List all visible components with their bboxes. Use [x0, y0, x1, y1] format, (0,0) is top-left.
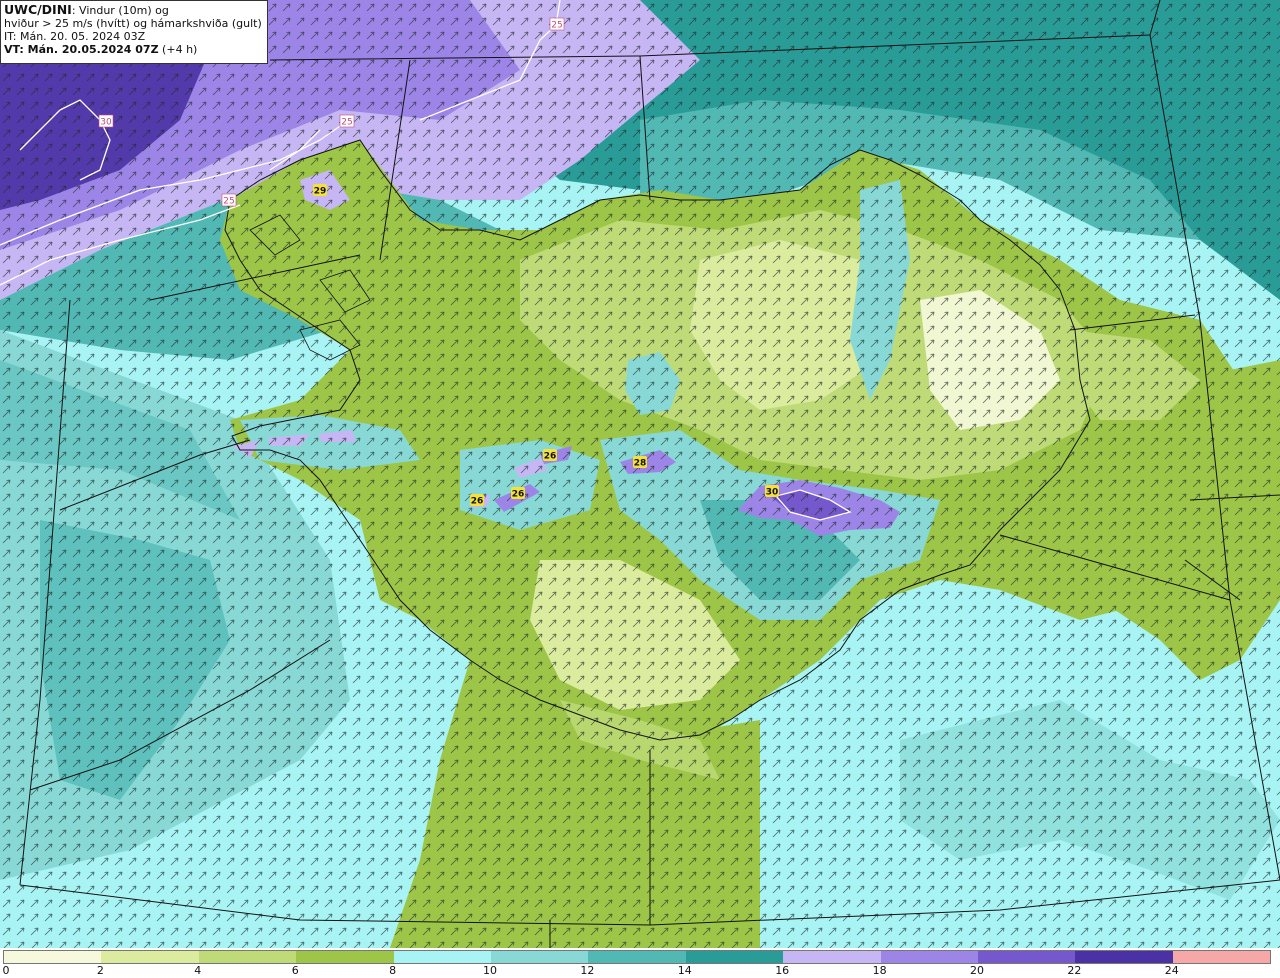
legend-swatch [4, 951, 102, 963]
max-gust-marker-2: 26 [543, 449, 557, 462]
legend-tick-label: 8 [389, 964, 397, 977]
legend-tick-label: 18 [872, 964, 887, 977]
legend-tick-label: 16 [775, 964, 790, 977]
legend-tick-label: 20 [970, 964, 984, 977]
legend-tick-label: 0 [2, 964, 10, 977]
legend-tick-label: 2 [96, 964, 104, 977]
max-gust-marker-5: 28 [633, 456, 647, 469]
forecast-offset: (+4 h) [158, 43, 198, 56]
legend-swatch [685, 951, 784, 963]
max-gust-value: 30 [766, 488, 779, 498]
legend-tick-label: 14 [677, 964, 692, 977]
max-gust-value: 26 [544, 452, 557, 462]
legend-tick-label: 4 [194, 964, 202, 977]
color-legend: 0 2 4 6 8 10 12 14 16 18 20 22 24 [0, 948, 1280, 978]
gust-contour-label-text: 25 [551, 21, 562, 31]
max-gust-value: 29 [314, 187, 327, 197]
wind-map: 25 25 25 30 29 26 26 26 28 30 [0, 0, 1280, 948]
max-gust-marker-6: 30 [765, 485, 779, 498]
legend-tick-label: 10 [483, 964, 497, 977]
map-subtitle: hviður > 25 m/s (hvítt) og hámarkshviða … [4, 17, 262, 30]
legend-swatch [783, 951, 881, 963]
legend-swatch [101, 951, 199, 963]
max-gust-marker-3: 26 [511, 487, 525, 500]
map-info-box: UWC/DINI: Vindur (10m) og hviður > 25 m/… [0, 0, 268, 64]
wind-arrows [0, 0, 1280, 948]
gust-contour-label-4: 30 [98, 114, 114, 128]
initial-time: IT: Mán. 20. 05. 2024 03Z [4, 30, 146, 43]
legend-swatches [3, 950, 1272, 964]
legend-swatch [296, 951, 394, 963]
gust-contour-label-2: 25 [339, 114, 355, 128]
gust-contour-label-text: 25 [223, 197, 234, 207]
legend-swatch [1075, 951, 1173, 963]
model-name: UWC/DINI [4, 2, 72, 17]
gust-contour-label-1: 25 [549, 17, 565, 31]
legend-tick-label: 22 [1067, 964, 1082, 977]
legend-swatch [490, 951, 589, 963]
gust-contour-label-3: 25 [221, 193, 237, 207]
max-gust-marker-4: 26 [470, 494, 484, 507]
max-gust-value: 28 [634, 459, 647, 469]
legend-tick-label: 12 [580, 964, 595, 977]
legend-swatch [977, 951, 1076, 963]
gust-contour-label-text: 25 [341, 118, 352, 128]
max-gust-value: 26 [471, 497, 484, 507]
legend-swatch [588, 951, 686, 963]
legend-swatch [393, 951, 491, 963]
valid-time: VT: Mán. 20.05.2024 07Z [4, 43, 159, 56]
map-title: : Vindur (10m) og [71, 4, 169, 17]
max-gust-marker-1: 29 [313, 184, 327, 197]
legend-swatch [880, 951, 978, 963]
gust-contour-label-text: 30 [100, 118, 112, 128]
legend-swatch [198, 951, 297, 963]
legend-tick-label: 6 [291, 964, 299, 977]
max-gust-value: 26 [512, 490, 525, 500]
legend-tick-label: 24 [1164, 964, 1179, 977]
legend-swatch [1172, 951, 1271, 963]
